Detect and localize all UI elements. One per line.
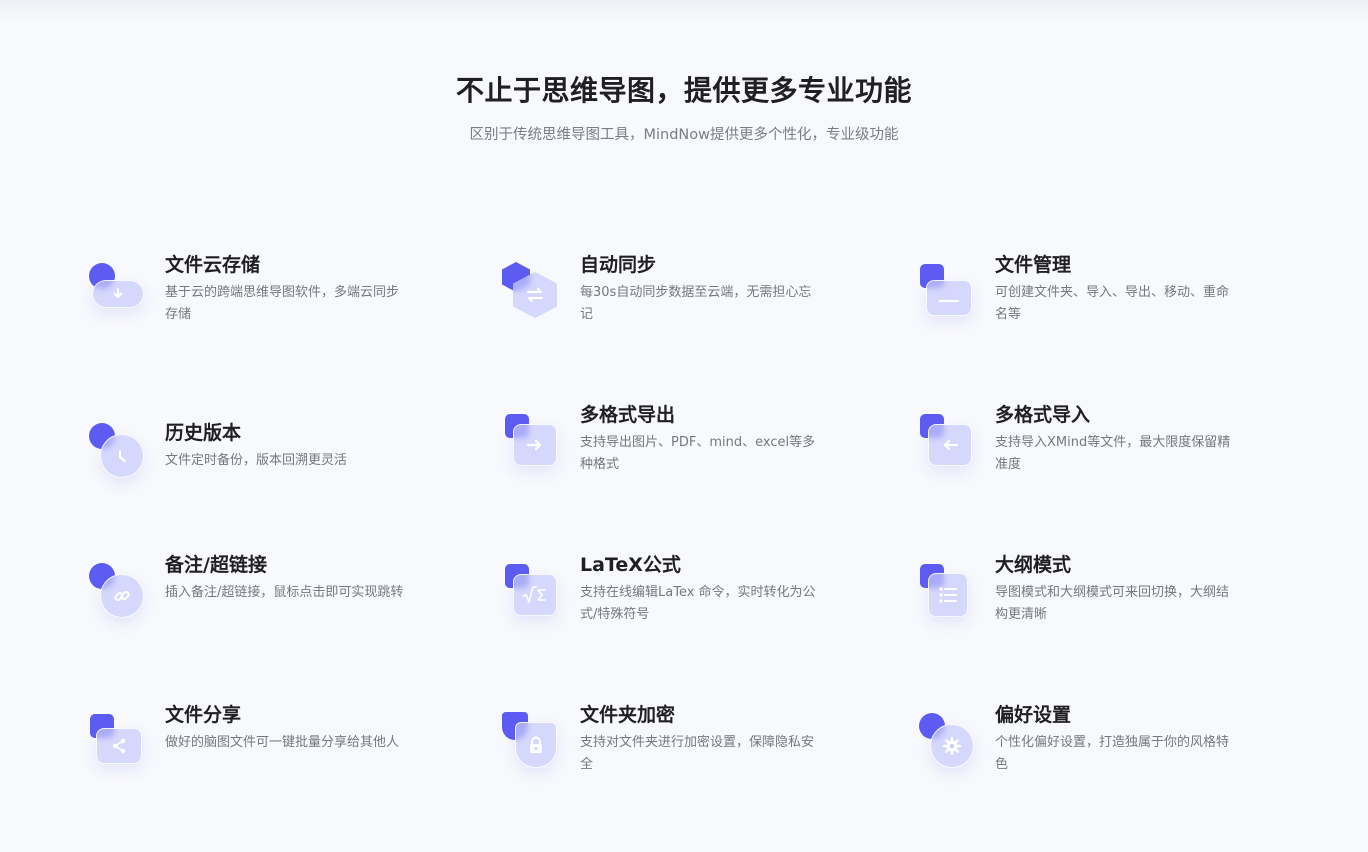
share-icon [86, 710, 146, 770]
auto-sync-icon [501, 260, 561, 320]
feature-description: 导图模式和大纲模式可来回切换，大纲结构更清晰 [995, 585, 1230, 622]
section-subtitle: 区别于传统思维导图工具，MindNow提供更多个性化，专业级功能 [469, 127, 899, 143]
feature-description: 支持对文件夹进行加密设置，保障隐私安全 [580, 735, 815, 772]
lock-icon [501, 710, 561, 770]
import-icon [916, 410, 976, 470]
feature-title: 文件管理 [995, 254, 1072, 276]
feature-latex: LaTeX公式 支持在线编辑LaTex 命令，实时转化为公式/特殊符号 [501, 552, 916, 702]
feature-description: 个性化偏好设置，打造独属于你的风格特色 [995, 735, 1230, 772]
outline-list-icon [916, 560, 976, 620]
feature-description: 支持导入XMind等文件，最大限度保留精准度 [995, 435, 1231, 472]
feature-title: 多格式导出 [580, 404, 676, 426]
feature-preferences: 偏好设置 个性化偏好设置，打造独属于你的风格特色 [916, 702, 1336, 852]
feature-title: 文件夹加密 [580, 704, 676, 726]
feature-history: 历史版本 文件定时备份，版本回溯更灵活 [86, 402, 501, 552]
feature-title: 多格式导入 [995, 404, 1091, 426]
feature-description: 插入备注/超链接，鼠标点击即可实现跳转 [165, 585, 404, 600]
feature-export: 多格式导出 支持导出图片、PDF、mind、excel等多种格式 [501, 402, 916, 552]
link-icon [86, 560, 146, 620]
feature-cloud-storage: 文件云存储 基于云的跨端思维导图软件，多端云同步存储 [86, 252, 501, 402]
feature-title: 文件分享 [165, 704, 242, 726]
feature-title: 自动同步 [580, 254, 657, 276]
feature-title: 文件云存储 [165, 254, 261, 276]
formula-icon [501, 560, 561, 620]
feature-share: 文件分享 做好的脑图文件可一键批量分享给其他人 [86, 702, 501, 852]
feature-import: 多格式导入 支持导入XMind等文件，最大限度保留精准度 [916, 402, 1336, 552]
section-title: 不止于思维导图，提供更多专业功能 [455, 74, 912, 107]
feature-title: 大纲模式 [995, 554, 1072, 576]
folder-manage-icon [916, 260, 976, 320]
cloud-storage-icon [86, 260, 146, 320]
feature-grid: 文件云存储 基于云的跨端思维导图软件，多端云同步存储 自动同步 每30s自动同步… [86, 252, 1336, 852]
feature-title: LaTeX公式 [580, 554, 681, 576]
feature-description: 文件定时备份，版本回溯更灵活 [165, 453, 348, 468]
feature-title: 偏好设置 [995, 704, 1072, 726]
feature-title: 备注/超链接 [165, 554, 267, 576]
feature-file-manage: 文件管理 可创建文件夹、导入、导出、移动、重命名等 [916, 252, 1336, 402]
settings-gear-icon [916, 710, 976, 770]
feature-auto-sync: 自动同步 每30s自动同步数据至云端，无需担心忘记 [501, 252, 916, 402]
export-icon [501, 410, 561, 470]
feature-description: 基于云的跨端思维导图软件，多端云同步存储 [165, 285, 400, 322]
feature-description: 支持导出图片、PDF、mind、excel等多种格式 [580, 435, 816, 472]
section-header: 不止于思维导图，提供更多专业功能 区别于传统思维导图工具，MindNow提供更多… [0, 70, 1368, 146]
feature-description: 可创建文件夹、导入、导出、移动、重命名等 [995, 285, 1230, 322]
feature-title: 历史版本 [165, 422, 242, 444]
feature-notes-links: 备注/超链接 插入备注/超链接，鼠标点击即可实现跳转 [86, 552, 501, 702]
feature-description: 做好的脑图文件可一键批量分享给其他人 [165, 735, 400, 750]
top-shadow [0, 0, 1368, 22]
feature-description: 每30s自动同步数据至云端，无需担心忘记 [580, 285, 812, 322]
history-clock-icon [86, 420, 146, 480]
feature-description: 支持在线编辑LaTex 命令，实时转化为公式/特殊符号 [580, 585, 816, 622]
feature-folder-encrypt: 文件夹加密 支持对文件夹进行加密设置，保障隐私安全 [501, 702, 916, 852]
feature-outline: 大纲模式 导图模式和大纲模式可来回切换，大纲结构更清晰 [916, 552, 1336, 702]
